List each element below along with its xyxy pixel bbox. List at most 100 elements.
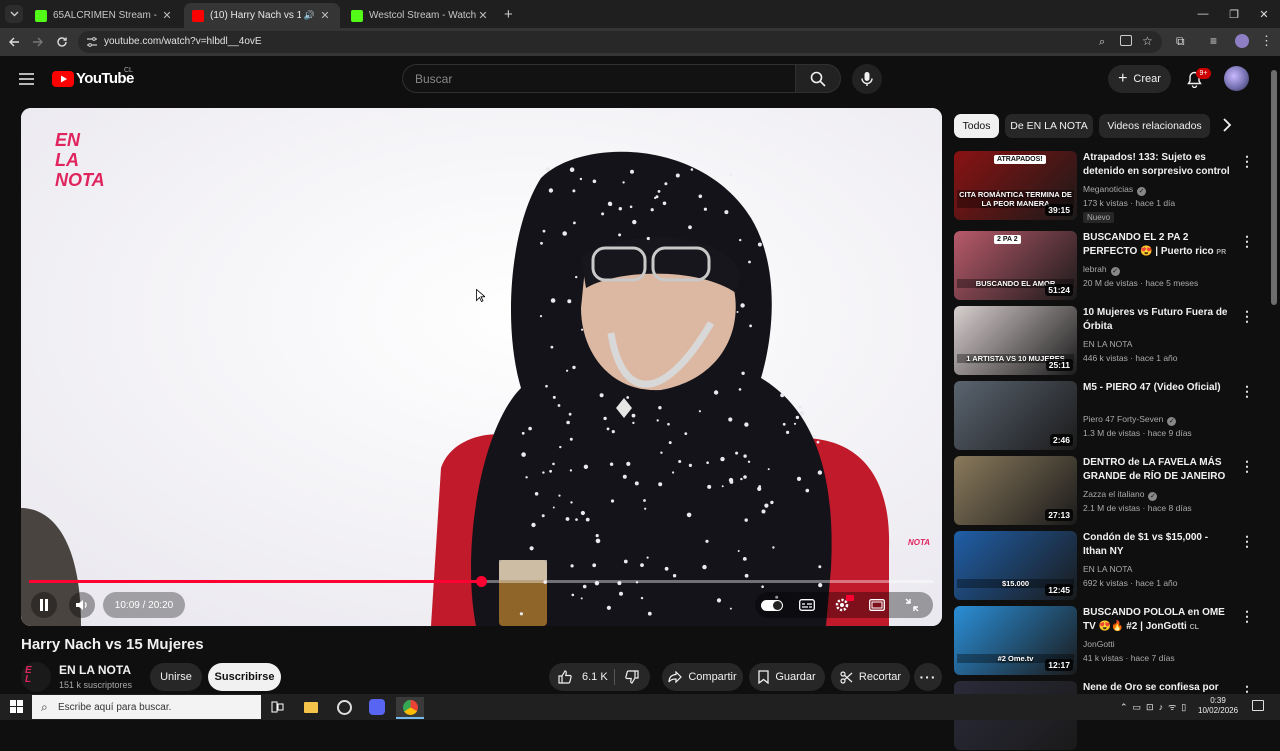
more-vertical-icon[interactable]: ⋮ <box>1240 153 1254 170</box>
subscribe-button[interactable]: Suscribirse <box>208 663 281 691</box>
system-tray-icons[interactable]: ⌃▭⊡♪ᯤ▯ <box>1120 700 1191 713</box>
thumbs-down-icon[interactable] <box>625 670 639 684</box>
more-vertical-icon[interactable]: ⋮ <box>1240 458 1254 475</box>
recommendation-channel[interactable]: JonGotti <box>1083 639 1115 649</box>
video-thumbnail[interactable]: $15.000 12:45 <box>954 531 1077 600</box>
minimize-icon[interactable]: — <box>1186 0 1220 28</box>
recommendation-card[interactable]: $15.000 12:45 Condón de $1 vs $15,000 - It… <box>954 531 1254 601</box>
obs-app-icon[interactable] <box>334 697 354 717</box>
notification-center-icon[interactable] <box>1252 700 1264 711</box>
chip-todos[interactable]: Todos <box>954 114 999 138</box>
account-avatar[interactable] <box>1224 66 1249 91</box>
clip-button[interactable]: Recortar <box>831 663 910 691</box>
youtube-logo[interactable]: YouTube <box>52 70 134 87</box>
join-button[interactable]: Unirse <box>150 663 202 691</box>
recommendation-title[interactable]: BUSCANDO EL 2 PA 2 PERFECTO 😍 | Puerto r… <box>1083 231 1231 260</box>
video-thumbnail[interactable]: 27:13 <box>954 456 1077 525</box>
channel-name[interactable]: EN LA NOTA <box>59 663 131 677</box>
window-close-icon[interactable]: ✕ <box>1247 0 1280 28</box>
create-button[interactable]: + Crear <box>1108 65 1171 93</box>
taskbar-clock[interactable]: 0:39 10/02/2026 <box>1198 696 1238 716</box>
video-thumbnail[interactable]: ATRAPADOS! CITA ROMÁNTICA TERMINA DE LA P… <box>954 151 1077 220</box>
task-view-icon[interactable] <box>267 697 287 717</box>
recommendation-channel[interactable]: lebrah ✓ <box>1083 264 1120 276</box>
close-icon[interactable]: ✕ <box>318 9 332 22</box>
bookmark-star-icon[interactable]: ☆ <box>1142 34 1153 48</box>
video-thumbnail[interactable]: #2 Ome.tv 12:17 <box>954 606 1077 675</box>
chip-related[interactable]: Videos relacionados <box>1099 114 1210 138</box>
speaker-icon[interactable]: 🔊 <box>304 10 315 21</box>
recommendation-title[interactable]: Nene de Oro se confiesa por <box>1083 681 1231 695</box>
subtitles-icon[interactable] <box>796 596 818 614</box>
forward-arrow-icon[interactable] <box>27 31 49 53</box>
browser-tab-1[interactable]: (10) Harry Nach vs 15 Mujer 🔊 ✕ <box>184 3 340 28</box>
search-button[interactable] <box>795 64 841 93</box>
recommendation-title[interactable]: DENTRO de LA FAVELA MÁS GRANDE de RÍO DE… <box>1083 456 1231 485</box>
recommendation-card[interactable]: 1 ARTISTA VS 10 MUJERES 25:11 10 Mujeres v… <box>954 306 1254 376</box>
chrome-app-icon[interactable] <box>396 697 424 717</box>
settings-gear-icon[interactable] <box>831 595 854 615</box>
url-text[interactable]: youtube.com/watch?v=hlbdl__4ovE <box>104 36 262 47</box>
theater-mode-icon[interactable] <box>866 596 888 614</box>
recommendation-channel[interactable]: Zazza el italiano ✓ <box>1083 489 1158 501</box>
windows-start-icon[interactable] <box>10 700 23 713</box>
recommendation-card[interactable]: 2:46 M5 - PIERO 47 (Video Oficial) Piero 4… <box>954 381 1254 451</box>
cast-install-icon[interactable] <box>1120 35 1132 46</box>
more-vertical-icon[interactable]: ⋮ <box>1240 533 1254 550</box>
chip-channel[interactable]: De EN LA NOTA <box>1005 114 1093 138</box>
voice-search-button[interactable] <box>852 64 882 94</box>
more-vertical-icon[interactable]: ⋮ <box>1240 308 1254 325</box>
recommendation-channel[interactable]: EN LA NOTA <box>1083 564 1132 574</box>
zoom-icon[interactable]: ⌕ <box>1099 36 1105 49</box>
browser-menu-icon[interactable]: ⋮ <box>1260 33 1273 49</box>
tab-search-button[interactable] <box>5 5 23 23</box>
file-explorer-icon[interactable] <box>301 697 321 717</box>
profile-avatar-icon[interactable] <box>1235 34 1249 48</box>
reload-icon[interactable] <box>51 31 73 53</box>
restore-icon[interactable]: ❐ <box>1217 0 1251 28</box>
chips-next-chevron-icon[interactable] <box>1222 117 1232 133</box>
more-vertical-icon[interactable]: ⋮ <box>1240 608 1254 625</box>
recommendation-card[interactable]: 27:13 DENTRO de LA FAVELA MÁS GRANDE de R… <box>954 456 1254 526</box>
pause-button[interactable] <box>31 592 57 618</box>
recommendation-title[interactable]: M5 - PIERO 47 (Video Oficial) <box>1083 381 1231 395</box>
fullscreen-exit-icon[interactable] <box>901 596 923 614</box>
volume-button[interactable] <box>69 592 95 618</box>
more-actions-button[interactable]: ··· <box>914 663 942 691</box>
close-icon[interactable]: ✕ <box>476 9 490 22</box>
recommendation-title[interactable]: BUSCANDO POLOLA en OME TV 😍🔥 #2 | JonGot… <box>1083 606 1231 635</box>
page-scrollbar-thumb[interactable] <box>1271 70 1277 305</box>
recommendation-channel[interactable]: Piero 47 Forty-Seven ✓ <box>1083 414 1177 426</box>
recommendation-title[interactable]: 10 Mujeres vs Futuro Fuera de Órbita <box>1083 306 1231 334</box>
save-button[interactable]: Guardar <box>749 663 825 691</box>
video-thumbnail[interactable]: 2 PA 2 BUSCANDO EL AMOR 51:24 <box>954 231 1077 300</box>
taskbar-search-input[interactable]: ⌕ Escribe aquí para buscar. <box>32 695 261 719</box>
hamburger-menu-icon[interactable] <box>17 70 35 88</box>
new-tab-plus-icon[interactable]: + <box>504 6 513 23</box>
more-vertical-icon[interactable]: ⋮ <box>1240 233 1254 250</box>
close-icon[interactable]: ✕ <box>160 9 174 22</box>
more-vertical-icon[interactable]: ⋮ <box>1240 383 1254 400</box>
extensions-icon[interactable]: ⧉ <box>1176 34 1185 49</box>
reading-list-icon[interactable]: ≡ <box>1210 34 1217 48</box>
recommendation-card[interactable]: ATRAPADOS! CITA ROMÁNTICA TERMINA DE LA P… <box>954 151 1254 223</box>
progress-scrubber-handle[interactable] <box>475 576 487 587</box>
search-input[interactable]: Buscar <box>402 64 795 93</box>
browser-tab-2[interactable]: Westcol Stream - Watch Live o ✕ <box>343 3 498 28</box>
recommendation-title[interactable]: Condón de $1 vs $15,000 - Ithan NY <box>1083 531 1231 559</box>
discord-app-icon[interactable] <box>367 697 387 717</box>
back-arrow-icon[interactable] <box>3 31 25 53</box>
autoplay-toggle[interactable] <box>760 596 784 614</box>
channel-avatar[interactable]: EL <box>21 662 51 692</box>
video-thumbnail[interactable]: 1 ARTISTA VS 10 MUJERES 25:11 <box>954 306 1077 375</box>
browser-tab-0[interactable]: 65ALCRIMEN Stream - Kick Da ✕ <box>27 3 182 28</box>
site-settings-icon[interactable] <box>86 36 98 48</box>
share-button[interactable]: Compartir <box>662 663 743 691</box>
recommendation-title[interactable]: Atrapados! 133: Sujeto es detenido en so… <box>1083 151 1231 180</box>
thumbs-up-icon[interactable] <box>558 670 572 684</box>
recommendation-card[interactable]: 2 PA 2 BUSCANDO EL AMOR 51:24 BUSCANDO EL 2… <box>954 231 1254 301</box>
video-thumbnail[interactable]: 2:46 <box>954 381 1077 450</box>
recommendation-channel[interactable]: Meganoticias ✓ <box>1083 184 1147 196</box>
recommendation-card[interactable]: #2 Ome.tv 12:17 BUSCANDO POLOLA en OME TV … <box>954 606 1254 676</box>
video-player[interactable]: EN LA NOTA NOTA 10:09 / 20:20 <box>21 108 942 626</box>
